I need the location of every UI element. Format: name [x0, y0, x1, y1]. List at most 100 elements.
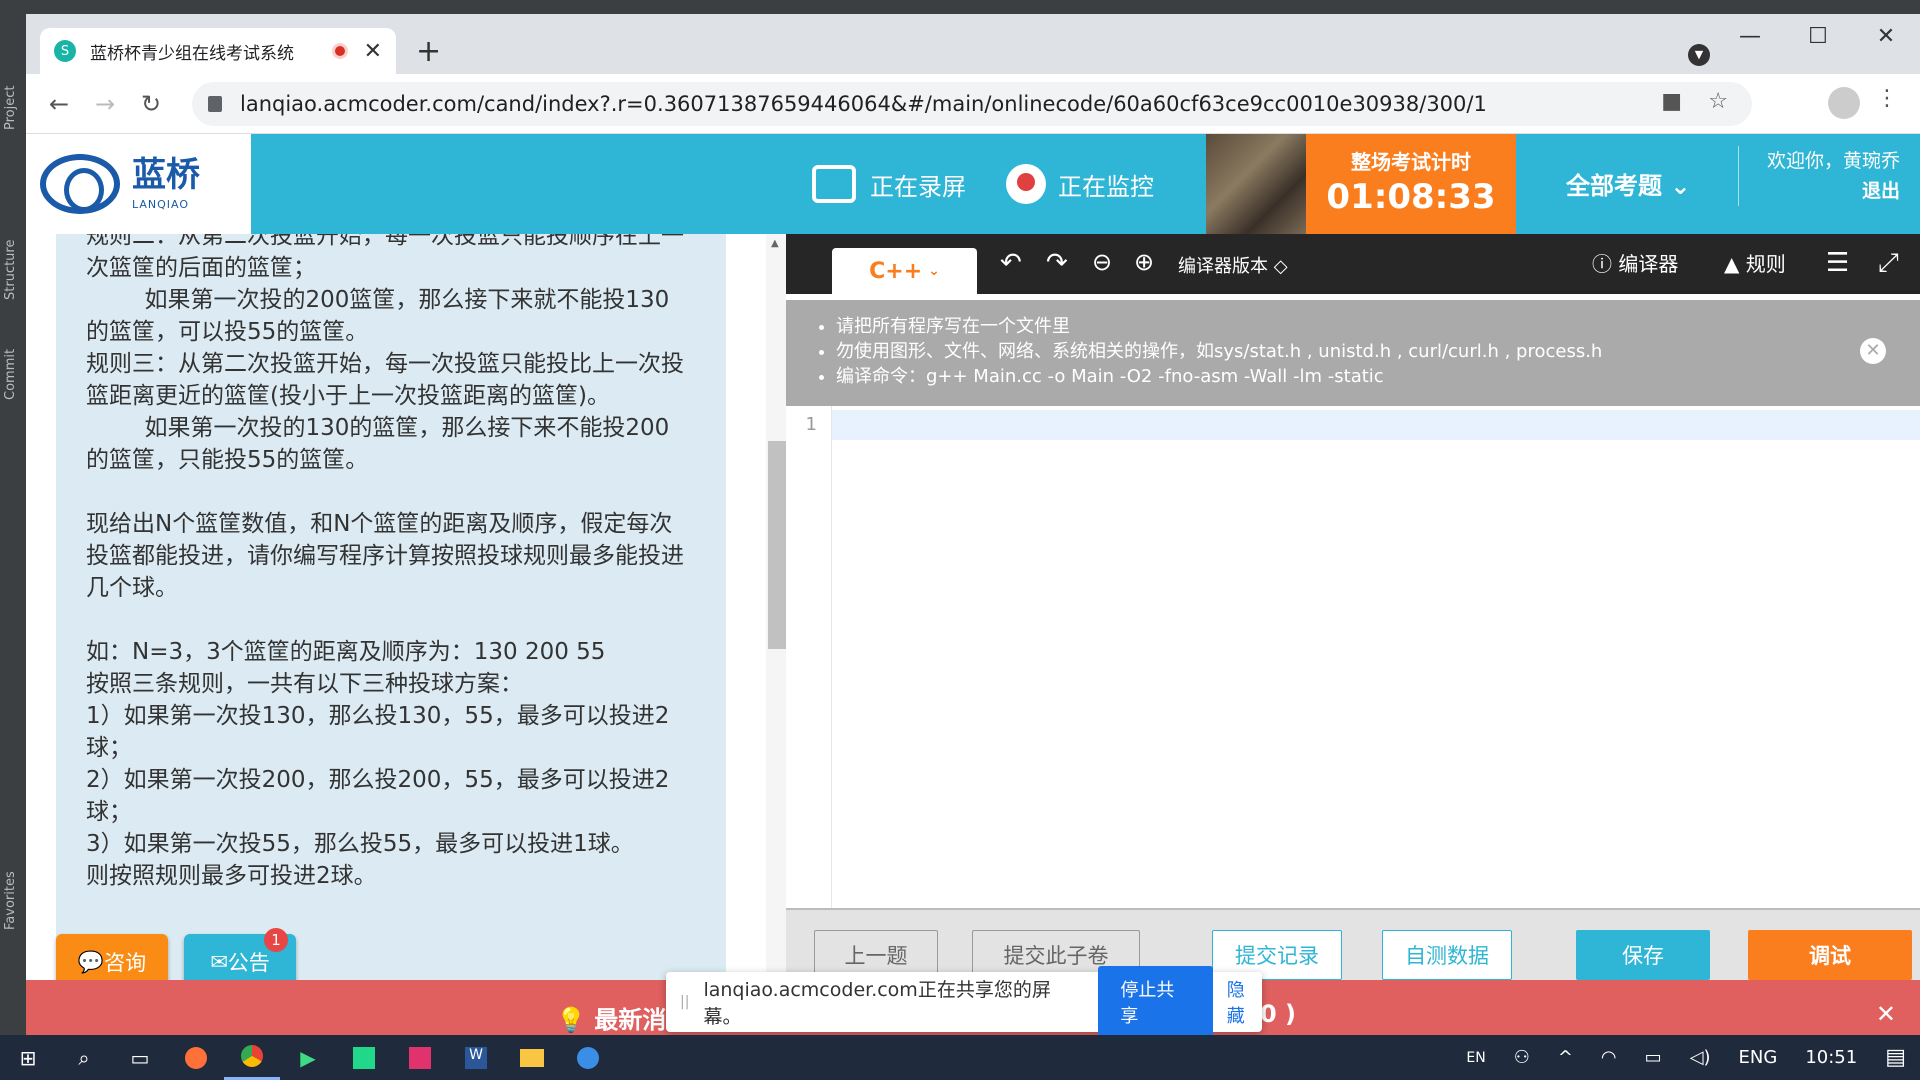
wifi-icon[interactable]: ◠	[1601, 1047, 1617, 1068]
site-favicon-icon: S	[54, 40, 76, 62]
screen-share-bar: || lanqiao.acmcoder.com正在共享您的屏幕。 停止共享 隐藏	[666, 966, 1262, 1038]
welcome-text: 欢迎你，黄琬乔	[1766, 150, 1900, 172]
ide-title-strip	[26, 0, 1920, 14]
chevron-up-icon[interactable]: ^	[1558, 1047, 1573, 1068]
ide-tab-commit[interactable]: Commit	[3, 349, 18, 400]
battery-icon[interactable]: ▭	[1645, 1047, 1662, 1068]
line-number: 1	[805, 414, 817, 435]
recording-indicator-icon	[331, 43, 348, 59]
tab-close-icon[interactable]: ✕	[364, 39, 382, 64]
user-panel: 欢迎你，黄琬乔 退出	[1737, 146, 1900, 206]
url-bar[interactable]: lanqiao.acmcoder.com/cand/index?.r=0.360…	[192, 82, 1752, 126]
hide-link[interactable]: 隐藏	[1227, 976, 1262, 1028]
back-icon[interactable]: ←	[36, 90, 82, 118]
browser-tab[interactable]: S 蓝桥杯青少组在线考试系统 ✕	[40, 28, 396, 74]
lanqiao-logo: 蓝桥 LANQIAO	[26, 134, 251, 234]
ide-tab-project[interactable]: Project	[3, 86, 18, 130]
zoom-out-icon[interactable]: ⊖	[1092, 248, 1112, 276]
new-tab-button[interactable]: +	[416, 34, 441, 69]
ide-tab-structure[interactable]: Structure	[3, 240, 18, 300]
redo-icon[interactable]: ↷	[1046, 248, 1068, 278]
debug-button[interactable]: 调试	[1748, 930, 1912, 980]
address-bar-row: ← → ↻ lanqiao.acmcoder.com/cand/index?.r…	[26, 74, 1920, 134]
envelope-icon: ✉	[210, 950, 228, 974]
window-close-icon[interactable]: ✕	[1852, 24, 1920, 49]
ime-indicator[interactable]: EN	[1466, 1050, 1485, 1066]
minimize-icon[interactable]: —	[1716, 24, 1784, 49]
undo-icon[interactable]: ↶	[1000, 248, 1022, 278]
compiler-version-label: 编译器版本	[1178, 256, 1268, 277]
announcement-count: 0 )	[1260, 1000, 1297, 1028]
lock-icon	[208, 96, 222, 112]
scroll-up-icon[interactable]: ▲	[771, 238, 779, 249]
rules-label: 规则	[1745, 252, 1786, 276]
notice-close-icon[interactable]: ✕	[1860, 338, 1886, 364]
task-view-icon[interactable]: ▭	[112, 1035, 168, 1080]
tab-search-icon[interactable]: ▼	[1688, 44, 1710, 66]
language-select[interactable]: C++ ⌄	[832, 248, 977, 294]
firefox-icon[interactable]	[168, 1035, 224, 1080]
profile-avatar[interactable]	[1828, 87, 1860, 119]
webcam-preview	[1206, 134, 1306, 234]
window-controls: — ☐ ✕	[1716, 24, 1920, 49]
code-input-area[interactable]	[832, 410, 1920, 440]
fullscreen-icon[interactable]: ⤢	[1878, 248, 1899, 279]
search-icon[interactable]: ⌕	[56, 1035, 112, 1080]
stop-sharing-button[interactable]: 停止共享	[1098, 966, 1213, 1038]
volume-icon[interactable]: ◁)	[1690, 1047, 1711, 1068]
webcam-icon	[1006, 164, 1046, 204]
language-indicator[interactable]: ENG	[1739, 1047, 1778, 1068]
all-questions-label: 全部考题	[1566, 172, 1662, 200]
tab-bar: S 蓝桥杯青少组在线考试系统 ✕ + ▼ — ☐ ✕	[26, 14, 1920, 74]
code-editor-panel: C++ ⌄ ↶ ↷ ⊖ ⊕ 编译器版本 ◇ ⓘ 编译器 ▲ 规则 ☰ ⤢ 请把所…	[786, 234, 1920, 980]
notice-item: 编译命令：g++ Main.cc -o Main -O2 -fno-asm -W…	[836, 364, 1920, 389]
monitoring-label: 正在监控	[1058, 172, 1154, 201]
monitoring-status: 正在监控	[1006, 134, 1154, 234]
maximize-icon[interactable]: ☐	[1784, 24, 1852, 49]
announcement-close-icon[interactable]: ✕	[1876, 1000, 1896, 1028]
screen-record-icon	[812, 165, 856, 203]
media-player-icon[interactable]: ▶	[280, 1035, 336, 1080]
logout-link[interactable]: 退出	[1767, 176, 1900, 206]
share-message: lanqiao.acmcoder.com正在共享您的屏幕。	[703, 979, 1051, 1028]
ide-side-toolbar: Project Structure Commit Favorites	[0, 0, 26, 1035]
compiler-version[interactable]: 编译器版本 ◇	[1178, 252, 1288, 278]
lightbulb-icon: 💡	[556, 1006, 595, 1034]
line-number-gutter: 1	[786, 406, 832, 908]
all-questions-dropdown[interactable]: 全部考题 ⌄	[1566, 166, 1690, 201]
save-button[interactable]: 保存	[1576, 930, 1710, 980]
self-test-button[interactable]: 自测数据	[1382, 930, 1512, 980]
editor-toolbar: C++ ⌄ ↶ ↷ ⊖ ⊕ 编译器版本 ◇ ⓘ 编译器 ▲ 规则 ☰ ⤢	[786, 234, 1920, 294]
forward-icon[interactable]: →	[82, 90, 128, 118]
logo-text-en: LANQIAO	[132, 197, 190, 211]
clock[interactable]: 10:51	[1805, 1047, 1857, 1068]
zoom-in-icon[interactable]: ⊕	[1134, 248, 1154, 276]
compiler-info[interactable]: ⓘ 编译器	[1592, 248, 1678, 277]
tab-title: 蓝桥杯青少组在线考试系统	[90, 43, 294, 64]
shield-check-icon: ◇	[1273, 256, 1288, 277]
rules-toggle[interactable]: ▲ 规则	[1724, 248, 1786, 277]
drag-handle-icon[interactable]: ||	[680, 994, 689, 1010]
windows-start-icon[interactable]: ⊞	[0, 1035, 56, 1080]
jetbrains-icon[interactable]	[392, 1035, 448, 1080]
logo-text-cn: 蓝桥	[132, 154, 200, 195]
question-scrollbar[interactable]: ▲	[766, 234, 786, 980]
browser-menu-icon[interactable]: ⋮	[1876, 86, 1898, 111]
chrome-icon[interactable]	[224, 1035, 280, 1080]
reload-icon[interactable]: ↻	[128, 90, 174, 118]
compiler-label: 编译器	[1618, 252, 1679, 276]
chevron-down-icon: ⌄	[928, 263, 940, 279]
notice-item: 请把所有程序写在一个文件里	[836, 314, 1920, 339]
camera-icon[interactable]: ■	[1661, 89, 1682, 114]
indent-icon[interactable]: ☰	[1826, 248, 1849, 278]
notification-icon[interactable]: ▤	[1885, 1045, 1906, 1070]
file-explorer-icon[interactable]	[504, 1035, 560, 1080]
word-icon[interactable]: W	[448, 1035, 504, 1080]
bookmark-star-icon[interactable]: ☆	[1708, 89, 1728, 114]
question-box: 规则二：从第二次投篮开始，每一次投篮只能投顺序在上一次篮筐的后面的篮筐； 如果第…	[56, 234, 726, 980]
clion-icon[interactable]	[336, 1035, 392, 1080]
people-icon[interactable]: ⚇	[1514, 1047, 1530, 1068]
app-icon[interactable]	[560, 1035, 616, 1080]
ide-tab-favorites[interactable]: Favorites	[3, 871, 18, 930]
scroll-thumb[interactable]	[768, 441, 786, 649]
